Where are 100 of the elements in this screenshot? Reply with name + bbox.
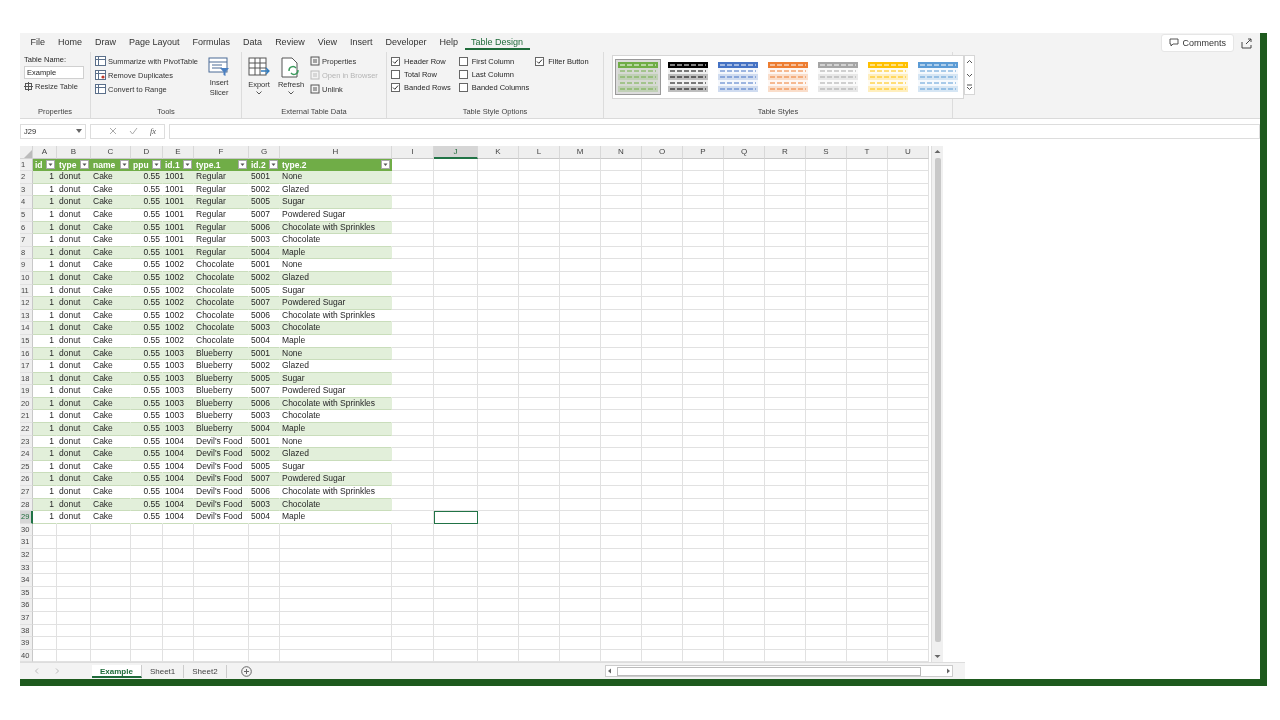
- table-cell: 0.55: [131, 259, 163, 272]
- column-header[interactable]: A: [33, 146, 57, 159]
- table-cell: 5003: [249, 322, 280, 335]
- table-cell: 5005: [249, 196, 280, 209]
- share-icon[interactable]: [1240, 36, 1254, 49]
- table-cell: Chocolate: [194, 334, 249, 348]
- table-cell: 1: [33, 259, 57, 272]
- table-style-swatch[interactable]: [665, 59, 711, 95]
- column-header[interactable]: T: [847, 146, 888, 159]
- column-header[interactable]: I: [392, 146, 434, 159]
- column-header[interactable]: R: [765, 146, 806, 159]
- ribbon-tab[interactable]: Review: [268, 35, 312, 50]
- sheet-tab[interactable]: Example: [92, 664, 142, 678]
- filter-button[interactable]: [120, 160, 129, 170]
- refresh-icon: [280, 57, 302, 79]
- table-style-swatch[interactable]: [815, 59, 861, 95]
- table-cell: 1: [33, 297, 57, 310]
- column-header[interactable]: F: [194, 146, 249, 159]
- enter-icon[interactable]: [129, 127, 138, 135]
- add-sheet-icon[interactable]: [240, 665, 252, 677]
- ribbon-tab[interactable]: Developer: [379, 35, 434, 50]
- next-sheet-icon[interactable]: [54, 668, 60, 675]
- column-header[interactable]: U: [888, 146, 929, 159]
- column-header[interactable]: S: [806, 146, 847, 159]
- dropdown-icon[interactable]: [76, 129, 82, 133]
- insert-function-button[interactable]: fx: [150, 126, 157, 136]
- column-name: id.1: [165, 159, 180, 170]
- scroll-right-icon[interactable]: [944, 667, 952, 676]
- ribbon-tab[interactable]: File: [24, 35, 52, 50]
- column-header[interactable]: N: [601, 146, 642, 159]
- sheet-tab[interactable]: Sheet1: [141, 664, 185, 678]
- table-cell: 0.55: [131, 385, 163, 398]
- scroll-thumb[interactable]: [934, 158, 941, 643]
- ribbon-tab[interactable]: Insert: [343, 35, 379, 50]
- column-header[interactable]: C: [91, 146, 131, 159]
- filter-button[interactable]: [269, 160, 278, 170]
- table-cell: 1: [33, 334, 57, 348]
- scroll-thumb[interactable]: [617, 666, 921, 676]
- table-cell: Regular: [194, 208, 249, 222]
- table-icon: [95, 56, 106, 66]
- column-header[interactable]: L: [519, 146, 560, 159]
- table-icon: [95, 84, 106, 94]
- ribbon-tab[interactable]: Home: [51, 35, 89, 50]
- table-style-swatch[interactable]: [765, 59, 811, 95]
- table-cell: 0.55: [131, 234, 163, 247]
- table-cell: Blueberry: [194, 385, 249, 398]
- column-header[interactable]: E: [163, 146, 194, 159]
- column-header[interactable]: G: [249, 146, 280, 159]
- ribbon-tab[interactable]: Data: [236, 35, 269, 50]
- column-header[interactable]: Q: [724, 146, 765, 159]
- vertical-scrollbar[interactable]: [931, 146, 943, 663]
- table-cell: 1: [33, 360, 57, 373]
- comment-icon: [1169, 38, 1180, 47]
- column-header[interactable]: J: [434, 146, 478, 159]
- ribbon-tab[interactable]: Help: [433, 35, 465, 50]
- document-icon: [310, 84, 320, 94]
- column-header[interactable]: P: [683, 146, 724, 159]
- selected-cell[interactable]: [434, 511, 478, 524]
- column-header[interactable]: H: [280, 146, 392, 159]
- ribbon-tab[interactable]: Draw: [88, 35, 123, 50]
- table-cell: 1003: [163, 360, 194, 373]
- column-header[interactable]: D: [131, 146, 163, 159]
- table-style-swatch[interactable]: [865, 59, 911, 95]
- more-icon[interactable]: [965, 82, 974, 93]
- column-header[interactable]: K: [478, 146, 519, 159]
- filter-button[interactable]: [183, 160, 192, 170]
- previous-sheet-icon[interactable]: [34, 668, 40, 675]
- table-cell: 1001: [163, 234, 194, 247]
- table-cell: Powdered Sugar: [280, 208, 392, 222]
- column-name: id.2: [251, 159, 266, 170]
- table-cell: 0.55: [131, 196, 163, 209]
- column-header[interactable]: B: [57, 146, 91, 159]
- filter-button[interactable]: [46, 160, 55, 170]
- sheet-tab[interactable]: Sheet2: [184, 664, 227, 678]
- formula-input[interactable]: [169, 123, 1260, 139]
- caret-icon: [288, 91, 294, 95]
- column-header[interactable]: M: [560, 146, 601, 159]
- cancel-icon[interactable]: [109, 127, 117, 135]
- ribbon-tab[interactable]: Table Design: [464, 35, 530, 50]
- table-cell: Cake: [91, 196, 131, 209]
- scroll-left-icon[interactable]: [606, 667, 614, 676]
- comments-button[interactable]: Comments: [1161, 33, 1234, 52]
- table-cell: donut: [57, 385, 91, 398]
- table-style-swatch[interactable]: [715, 59, 761, 95]
- table-style-swatch[interactable]: [615, 59, 661, 95]
- horizontal-scrollbar[interactable]: [605, 665, 953, 678]
- table-style-swatch[interactable]: [915, 59, 961, 95]
- filter-button[interactable]: [238, 160, 247, 170]
- table-cell: Chocolate: [280, 234, 392, 247]
- filter-button[interactable]: [381, 160, 390, 170]
- scroll-up-icon[interactable]: [933, 147, 942, 156]
- ribbon-tab[interactable]: Page Layout: [122, 35, 187, 50]
- ribbon-tab[interactable]: Formulas: [186, 35, 237, 50]
- ribbon-tab[interactable]: View: [311, 35, 344, 50]
- table-style-preview-icon: [868, 62, 908, 92]
- table-cell: 1004: [163, 473, 194, 487]
- column-header[interactable]: O: [642, 146, 683, 159]
- filter-button[interactable]: [80, 160, 89, 170]
- filter-button[interactable]: [152, 160, 161, 170]
- table-cell: donut: [57, 360, 91, 373]
